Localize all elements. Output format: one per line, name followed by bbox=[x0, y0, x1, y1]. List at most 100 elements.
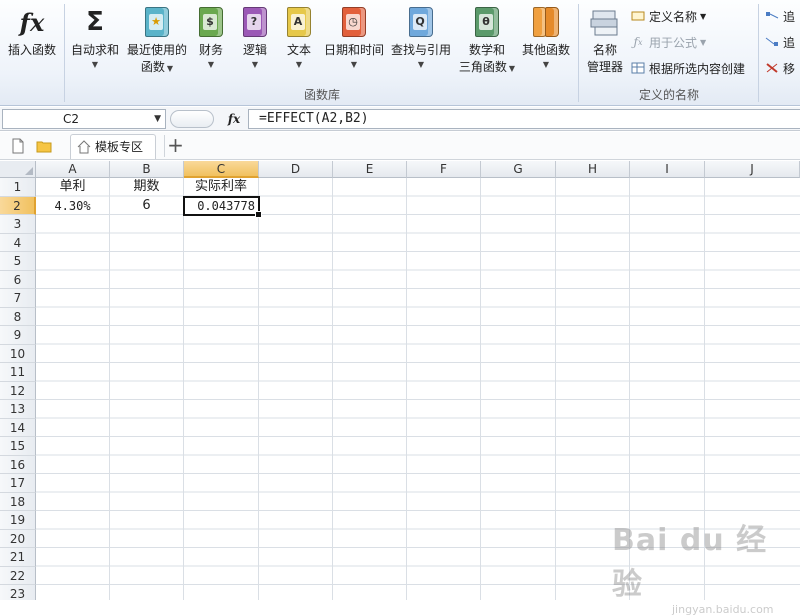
fx-small-icon: ƒx bbox=[633, 35, 643, 49]
financial-button[interactable]: $ 财务 ▼ bbox=[194, 2, 228, 86]
trace-precedents-button[interactable]: 追 bbox=[764, 6, 795, 26]
column-header-h[interactable]: H bbox=[556, 161, 630, 178]
ribbon: fx 插入函数 Σ 自动求和 ▼ ★ 最近使用的 函数 ▼ $ 财务 ▼ ? 逻辑… bbox=[0, 0, 800, 106]
fx-icon: fx bbox=[19, 7, 45, 37]
cell-a1[interactable]: 单利 bbox=[36, 178, 109, 196]
ribbon-separator bbox=[758, 4, 759, 102]
tag-icon bbox=[630, 9, 646, 23]
column-header-c[interactable]: C bbox=[184, 161, 259, 178]
row-header-1[interactable]: 1 bbox=[0, 178, 36, 197]
use-in-formula-button[interactable]: ƒx 用于公式 ▼ bbox=[630, 32, 707, 52]
cell-b1[interactable]: 期数 bbox=[110, 178, 183, 196]
row-header-22[interactable]: 22 bbox=[0, 566, 36, 585]
row-header-13[interactable]: 13 bbox=[0, 400, 36, 419]
row-header-4[interactable]: 4 bbox=[0, 233, 36, 252]
row-header-9[interactable]: 9 bbox=[0, 326, 36, 345]
insert-function-fx-button[interactable]: fx bbox=[224, 109, 244, 129]
insert-function-button[interactable]: fx 插入函数 bbox=[4, 2, 60, 86]
row-header-8[interactable]: 8 bbox=[0, 307, 36, 326]
row-header-2[interactable]: 2 bbox=[0, 196, 36, 215]
text-button[interactable]: A 文本 ▼ bbox=[282, 2, 316, 86]
row-header-23[interactable]: 23 bbox=[0, 585, 36, 600]
trace-arrow-icon bbox=[764, 9, 780, 23]
row-header-20[interactable]: 20 bbox=[0, 529, 36, 548]
active-cell-cursor[interactable] bbox=[183, 196, 262, 218]
row-header-11[interactable]: 11 bbox=[0, 363, 36, 382]
row-header-5[interactable]: 5 bbox=[0, 252, 36, 271]
formula-bar: C2 ▼ fx =EFFECT(A2,B2) bbox=[0, 107, 800, 131]
dropdown-arrow-icon: ▼ bbox=[508, 64, 516, 73]
name-manager-icon bbox=[589, 2, 621, 42]
row-header-19[interactable]: 19 bbox=[0, 511, 36, 530]
open-folder-icon[interactable] bbox=[36, 138, 52, 154]
remove-arrows-button[interactable]: 移 bbox=[764, 58, 795, 78]
recent-functions-button[interactable]: ★ 最近使用的 函数 ▼ bbox=[124, 2, 190, 86]
new-document-icon[interactable] bbox=[10, 138, 26, 154]
sigma-icon: Σ bbox=[86, 7, 104, 37]
row-header-16[interactable]: 16 bbox=[0, 455, 36, 474]
gridline bbox=[258, 178, 259, 600]
row-header-14[interactable]: 14 bbox=[0, 418, 36, 437]
logical-book-icon: ? bbox=[243, 2, 267, 42]
cell-b2[interactable]: 6 bbox=[110, 197, 183, 215]
gridline bbox=[332, 178, 333, 600]
formula-bar-splitter[interactable] bbox=[170, 110, 214, 128]
row-header-17[interactable]: 17 bbox=[0, 474, 36, 493]
dropdown-arrow-icon: ▼ bbox=[542, 60, 550, 69]
dropdown-arrow-icon[interactable]: ▼ bbox=[154, 110, 161, 128]
cell-a2[interactable]: 4.30% bbox=[36, 197, 109, 215]
gridline bbox=[555, 178, 556, 600]
remove-arrows-icon bbox=[764, 61, 780, 75]
define-name-button[interactable]: 定义名称 ▼ bbox=[630, 6, 706, 26]
dropdown-arrow-icon: ▼ bbox=[295, 60, 303, 69]
text-book-icon: A bbox=[287, 2, 311, 42]
gridline bbox=[406, 178, 407, 600]
column-header-d[interactable]: D bbox=[259, 161, 333, 178]
dropdown-arrow-icon: ▼ bbox=[166, 64, 174, 73]
add-tab-button[interactable]: + bbox=[164, 135, 186, 157]
create-from-selection-button[interactable]: 根据所选内容创建 bbox=[630, 58, 745, 78]
autosum-button[interactable]: Σ 自动求和 ▼ bbox=[68, 2, 122, 86]
cell-c1[interactable]: 实际利率 bbox=[184, 178, 258, 196]
row-header-15[interactable]: 15 bbox=[0, 437, 36, 456]
column-header-g[interactable]: G bbox=[481, 161, 556, 178]
dropdown-arrow-icon: ▼ bbox=[91, 60, 99, 69]
column-header-e[interactable]: E bbox=[333, 161, 407, 178]
column-header-f[interactable]: F bbox=[407, 161, 481, 178]
ribbon-separator bbox=[64, 4, 65, 102]
row-header-18[interactable]: 18 bbox=[0, 492, 36, 511]
column-header-i[interactable]: I bbox=[630, 161, 705, 178]
lookup-button[interactable]: Q 查找与引用 ▼ bbox=[388, 2, 454, 86]
logical-button[interactable]: ? 逻辑 ▼ bbox=[238, 2, 272, 86]
row-header-21[interactable]: 21 bbox=[0, 548, 36, 567]
dropdown-arrow-icon: ▼ bbox=[700, 11, 707, 21]
row-header-7[interactable]: 7 bbox=[0, 289, 36, 308]
dropdown-arrow-icon: ▼ bbox=[207, 60, 215, 69]
gridline bbox=[109, 178, 110, 600]
column-header-a[interactable]: A bbox=[36, 161, 110, 178]
name-box[interactable]: C2 ▼ bbox=[2, 109, 166, 129]
row-header-12[interactable]: 12 bbox=[0, 381, 36, 400]
gridline bbox=[183, 178, 184, 600]
row-header-10[interactable]: 10 bbox=[0, 344, 36, 363]
row-header-3[interactable]: 3 bbox=[0, 215, 36, 234]
trace-dependents-icon bbox=[764, 35, 780, 49]
tab-template-zone[interactable]: 模板专区 bbox=[70, 134, 156, 159]
name-manager-button[interactable]: 名称 管理器 bbox=[582, 2, 628, 86]
books-stack-icon bbox=[533, 2, 559, 42]
formula-input[interactable]: =EFFECT(A2,B2) bbox=[248, 109, 800, 129]
math-trig-button[interactable]: θ 数学和 三角函数 ▼ bbox=[456, 2, 518, 86]
trace-dependents-button[interactable]: 追 bbox=[764, 32, 795, 52]
dropdown-arrow-icon: ▼ bbox=[417, 60, 425, 69]
group-label-defined-names: 定义的名称 bbox=[638, 88, 699, 102]
select-all-corner[interactable] bbox=[0, 161, 36, 178]
grid-icon bbox=[630, 61, 646, 75]
formula-controls: fx bbox=[168, 109, 248, 129]
star-book-icon: ★ bbox=[145, 2, 169, 42]
column-header-b[interactable]: B bbox=[110, 161, 184, 178]
column-header-j[interactable]: J bbox=[705, 161, 800, 178]
row-header-6[interactable]: 6 bbox=[0, 270, 36, 289]
more-functions-button[interactable]: 其他函数 ▼ bbox=[518, 2, 574, 86]
dropdown-arrow-icon: ▼ bbox=[350, 60, 358, 69]
datetime-button[interactable]: ◷ 日期和时间 ▼ bbox=[320, 2, 388, 86]
